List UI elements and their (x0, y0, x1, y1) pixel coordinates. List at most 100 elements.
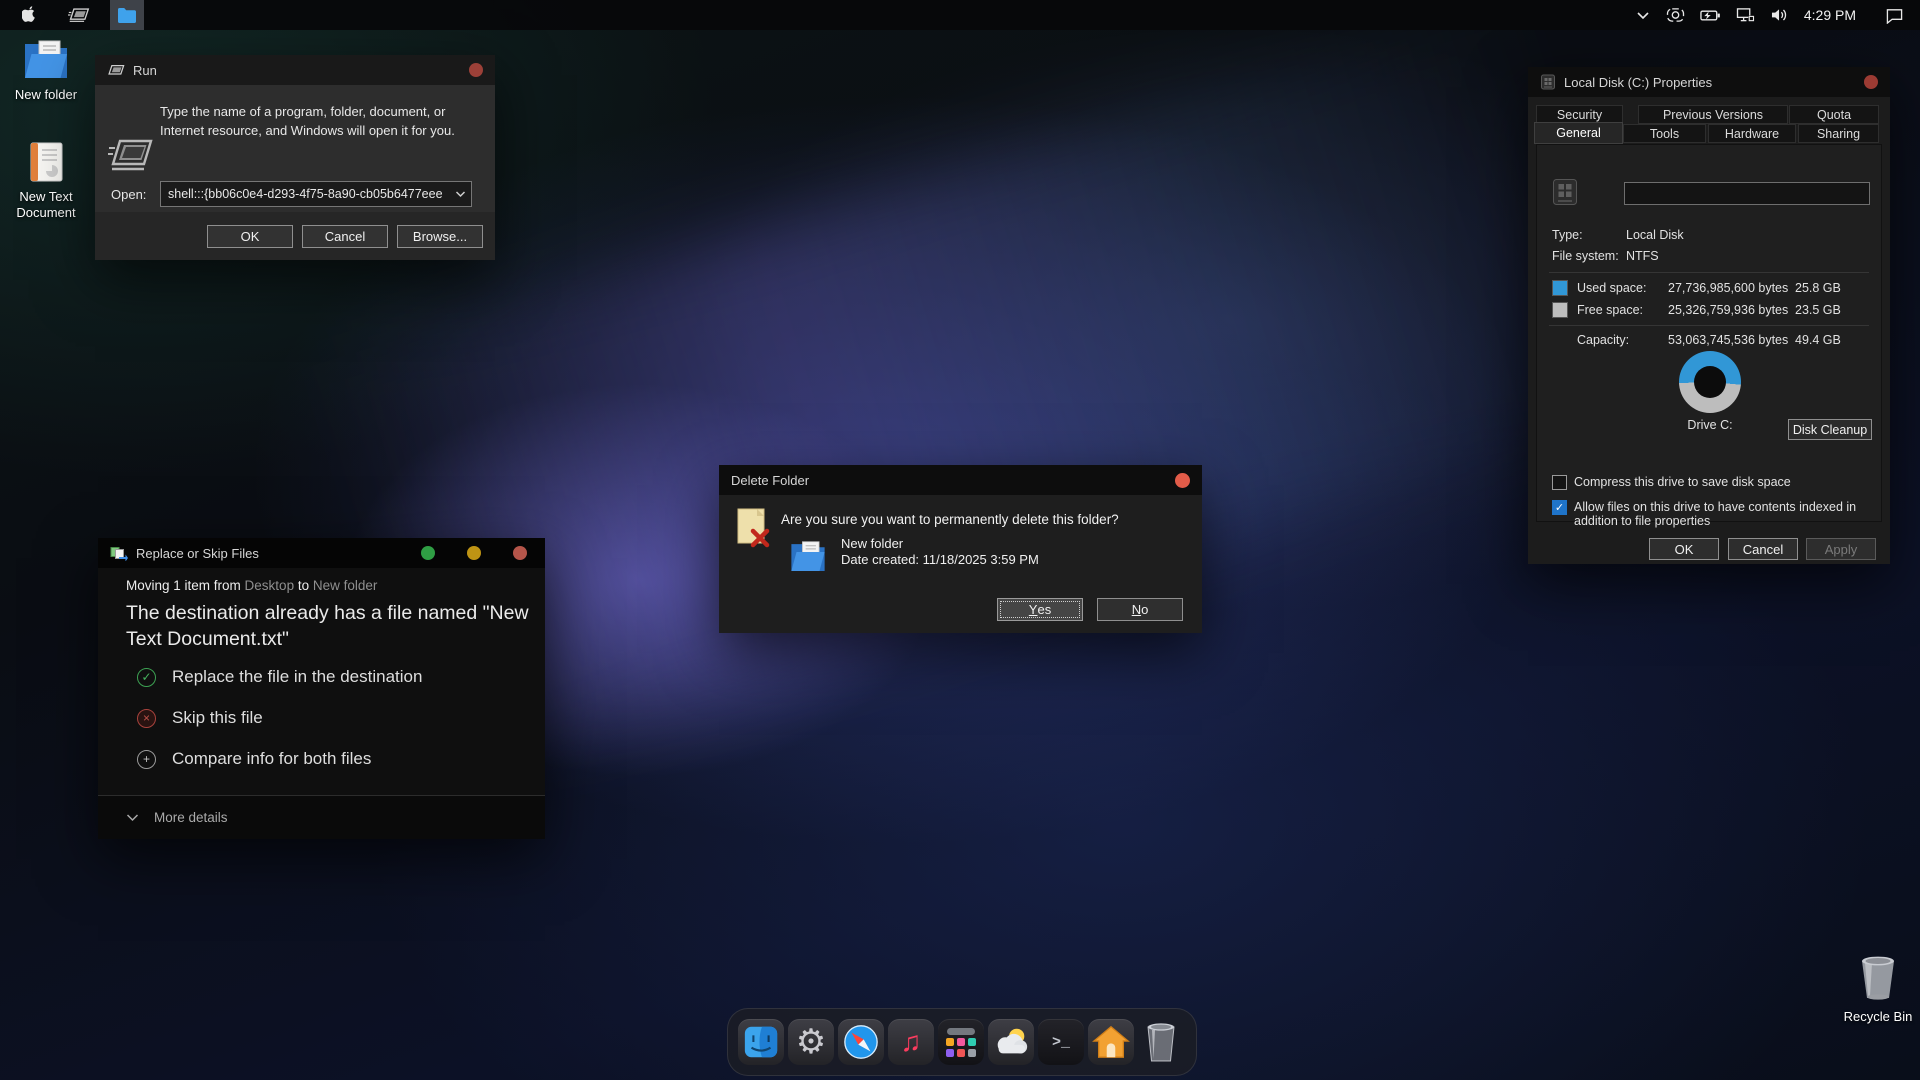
run-cancel-button[interactable]: Cancel (302, 225, 388, 248)
desktop-icon-recycle-bin[interactable]: Recycle Bin (1832, 952, 1920, 1025)
yes-accelerator: Y (1029, 602, 1038, 617)
run-close-button[interactable] (469, 63, 483, 77)
option-compare-files[interactable]: + Compare info for both files (137, 749, 371, 769)
terminal-prompt-icon: >_ (1052, 1034, 1070, 1051)
disk-drive-icon (1540, 74, 1556, 90)
properties-apply-button[interactable]: Apply (1806, 538, 1876, 560)
dock-safari-icon[interactable] (838, 1019, 884, 1065)
disk-usage-donut-chart (1679, 351, 1741, 413)
delete-item-date: Date created: 11/18/2025 3:59 PM (841, 552, 1039, 567)
desktop-screen: 4:29 PM New folder New Text Document (0, 0, 1920, 1080)
tab-sharing[interactable]: Sharing (1798, 124, 1879, 143)
run-dialog-titlebar[interactable]: Run (95, 55, 495, 85)
option-label: Replace the file in the destination (172, 667, 422, 687)
clock[interactable]: 4:29 PM (1804, 7, 1856, 23)
option-label: Compare info for both files (172, 749, 371, 769)
dock-home-icon[interactable] (1088, 1019, 1134, 1065)
delete-question: Are you sure you want to permanently del… (781, 512, 1119, 527)
desktop-icon-label: New folder (15, 87, 77, 103)
drive-icon-large (1552, 178, 1578, 206)
replace-dialog-titlebar[interactable]: Replace or Skip Files (98, 538, 545, 568)
tab-hardware[interactable]: Hardware (1708, 124, 1796, 143)
hidden-icons-chevron-icon[interactable] (1635, 7, 1651, 23)
run-dialog: Run Type the name of a program, folder, … (95, 55, 495, 260)
compress-checkbox[interactable] (1552, 475, 1567, 490)
notifications-icon[interactable] (1885, 7, 1904, 24)
properties-cancel-button[interactable]: Cancel (1728, 538, 1798, 560)
meet-now-camera-icon[interactable] (1666, 7, 1685, 23)
run-browse-button[interactable]: Browse... (397, 225, 483, 248)
safari-compass-icon (842, 1023, 880, 1061)
launchpad-grid-icon (946, 1028, 976, 1057)
dock-trash-icon[interactable] (1138, 1019, 1184, 1065)
more-details-toggle[interactable]: More details (126, 810, 228, 825)
type-value: Local Disk (1626, 228, 1684, 242)
yes-button[interactable]: Yes (997, 598, 1083, 621)
run-open-input[interactable] (161, 187, 449, 201)
dock-settings-icon[interactable]: ⚙ (788, 1019, 834, 1065)
network-ethernet-icon[interactable] (1736, 7, 1755, 23)
chevron-down-icon (455, 190, 466, 198)
text-document-icon (24, 140, 68, 184)
dock-launchpad-icon[interactable] (938, 1019, 984, 1065)
indexing-checkbox[interactable]: ✓ (1552, 500, 1567, 515)
divider (1549, 325, 1869, 326)
moving-source: Desktop (245, 578, 295, 593)
compress-label: Compress this drive to save disk space (1574, 475, 1874, 489)
desktop-icon-new-text-document[interactable]: New Text Document (0, 140, 92, 220)
close-button-red[interactable] (513, 546, 527, 560)
apple-menu-button[interactable] (14, 0, 48, 30)
plus-circle-icon: + (137, 750, 156, 769)
chevron-down-icon (126, 813, 139, 822)
run-dialog-footer: OK Cancel Browse... (95, 212, 495, 260)
properties-ok-button[interactable]: OK (1649, 538, 1719, 560)
delete-dialog-titlebar[interactable]: Delete Folder (719, 465, 1202, 495)
option-label: Skip this file (172, 708, 263, 728)
delete-close-button[interactable] (1175, 473, 1190, 488)
restore-button-yellow[interactable] (467, 546, 481, 560)
no-button[interactable]: No (1097, 598, 1183, 621)
tab-general[interactable]: General (1534, 122, 1623, 144)
donut-hole (1694, 366, 1726, 398)
tab-previous-versions[interactable]: Previous Versions (1638, 105, 1788, 124)
combo-dropdown-button[interactable] (449, 190, 471, 198)
dock-finder-icon[interactable] (738, 1019, 784, 1065)
option-skip-file[interactable]: × Skip this file (137, 708, 263, 728)
desktop-icon-new-folder[interactable]: New folder (0, 36, 92, 103)
music-note-icon: ♫ (901, 1028, 922, 1056)
run-dialog-title-icon (107, 64, 125, 77)
folder-preview-icon (789, 536, 827, 576)
moving-summary: Moving 1 item from Desktop to New folder (126, 578, 377, 593)
run-app-button[interactable] (62, 0, 96, 30)
run-ok-button[interactable]: OK (207, 225, 293, 248)
volume-label-input[interactable] (1624, 182, 1870, 205)
conflict-headline: The destination already has a file named… (126, 601, 538, 653)
capacity-label: Capacity: (1577, 333, 1629, 347)
dock-terminal-icon[interactable]: >_ (1038, 1019, 1084, 1065)
delete-dialog-title: Delete Folder (731, 473, 809, 488)
run-open-combobox (160, 181, 472, 207)
capacity-bytes: 53,063,745,536 bytes (1668, 333, 1788, 347)
tab-tools[interactable]: Tools (1623, 124, 1706, 143)
option-replace-file[interactable]: ✓ Replace the file in the destination (137, 667, 422, 687)
window-controls (421, 546, 533, 560)
menu-bar: 4:29 PM (0, 0, 1920, 30)
properties-titlebar[interactable]: Local Disk (C:) Properties (1528, 67, 1890, 97)
desktop-icon-label: Recycle Bin (1844, 1009, 1913, 1025)
disk-cleanup-button[interactable]: Disk Cleanup (1788, 419, 1872, 440)
menu-bar-left (0, 0, 144, 30)
properties-close-button[interactable] (1864, 75, 1878, 89)
tab-quota[interactable]: Quota (1789, 105, 1879, 124)
check-circle-icon: ✓ (137, 668, 156, 687)
general-tab-panel: Type: Local Disk File system: NTFS Used … (1536, 144, 1882, 522)
volume-icon[interactable] (1770, 7, 1789, 23)
minimize-button-green[interactable] (421, 546, 435, 560)
run-description: Type the name of a program, folder, docu… (160, 103, 476, 141)
no-label-rest: o (1141, 602, 1148, 617)
replace-skip-dialog: Replace or Skip Files Moving 1 item from… (98, 538, 545, 839)
dock-music-icon[interactable]: ♫ (888, 1019, 934, 1065)
dock-weather-icon[interactable] (988, 1019, 1034, 1065)
file-explorer-button[interactable] (110, 0, 144, 30)
copy-files-icon (110, 546, 128, 561)
battery-charging-icon[interactable] (1700, 8, 1721, 23)
